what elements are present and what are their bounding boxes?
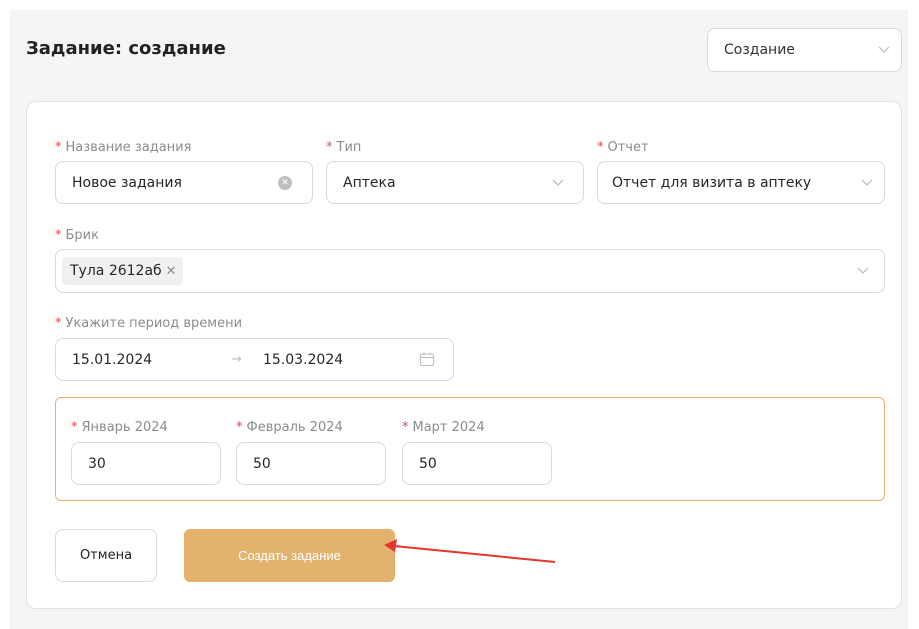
type-value: Аптека	[343, 174, 396, 191]
clear-icon[interactable]: ✕	[278, 176, 292, 190]
month-value-march: 50	[419, 455, 437, 472]
required-marker: *	[71, 420, 78, 435]
chevron-down-icon	[860, 178, 874, 188]
required-marker: *	[55, 316, 62, 331]
period-range-picker[interactable]: 15.01.2024 → 15.03.2024	[55, 338, 454, 381]
task-name-value: Новое задания	[72, 174, 182, 191]
type-label: * Тип	[326, 140, 362, 155]
chevron-down-icon	[877, 45, 891, 55]
required-marker: *	[402, 420, 409, 435]
required-marker: *	[55, 140, 62, 155]
chevron-down-icon	[551, 178, 565, 188]
annotation-arrow	[384, 539, 556, 563]
month-input-january[interactable]: 30	[71, 442, 221, 485]
period-end[interactable]: 15.03.2024	[263, 352, 343, 368]
brick-label: * Брик	[55, 228, 99, 243]
report-value: Отчет для визита в аптеку	[612, 174, 812, 191]
month-label-march: * Март 2024	[402, 420, 485, 435]
month-label-february: * Февраль 2024	[236, 420, 343, 435]
period-label: * Укажите период времени	[55, 316, 243, 331]
create-task-button[interactable]: Создать задание	[184, 529, 395, 582]
mode-select[interactable]: Создание	[707, 28, 902, 72]
brick-tag-label: Тула 2612аб	[70, 263, 162, 279]
arrow-right-icon: →	[231, 352, 242, 367]
report-select[interactable]: Отчет для визита в аптеку	[597, 161, 885, 204]
month-input-march[interactable]: 50	[402, 442, 552, 485]
mode-select-value: Создание	[724, 42, 795, 58]
required-marker: *	[55, 228, 62, 243]
close-icon[interactable]: ✕	[166, 264, 177, 279]
period-start[interactable]: 15.01.2024	[72, 352, 152, 368]
brick-multiselect[interactable]: Тула 2612аб ✕	[55, 249, 885, 293]
chevron-down-icon	[856, 266, 870, 276]
required-marker: *	[597, 140, 604, 155]
page-title: Задание: создание	[26, 38, 226, 59]
required-marker: *	[326, 140, 333, 155]
type-select[interactable]: Аптека	[326, 161, 584, 204]
task-name-input[interactable]: Новое задания ✕	[55, 161, 313, 204]
cancel-button[interactable]: Отмена	[55, 529, 157, 582]
brick-tag: Тула 2612аб ✕	[62, 257, 183, 285]
task-name-label: * Название задания	[55, 140, 192, 155]
month-input-february[interactable]: 50	[236, 442, 386, 485]
month-label-january: * Январь 2024	[71, 420, 168, 435]
month-value-february: 50	[253, 455, 271, 472]
required-marker: *	[236, 420, 243, 435]
report-label: * Отчет	[597, 140, 649, 155]
calendar-icon[interactable]	[419, 351, 435, 371]
month-value-january: 30	[88, 455, 106, 472]
